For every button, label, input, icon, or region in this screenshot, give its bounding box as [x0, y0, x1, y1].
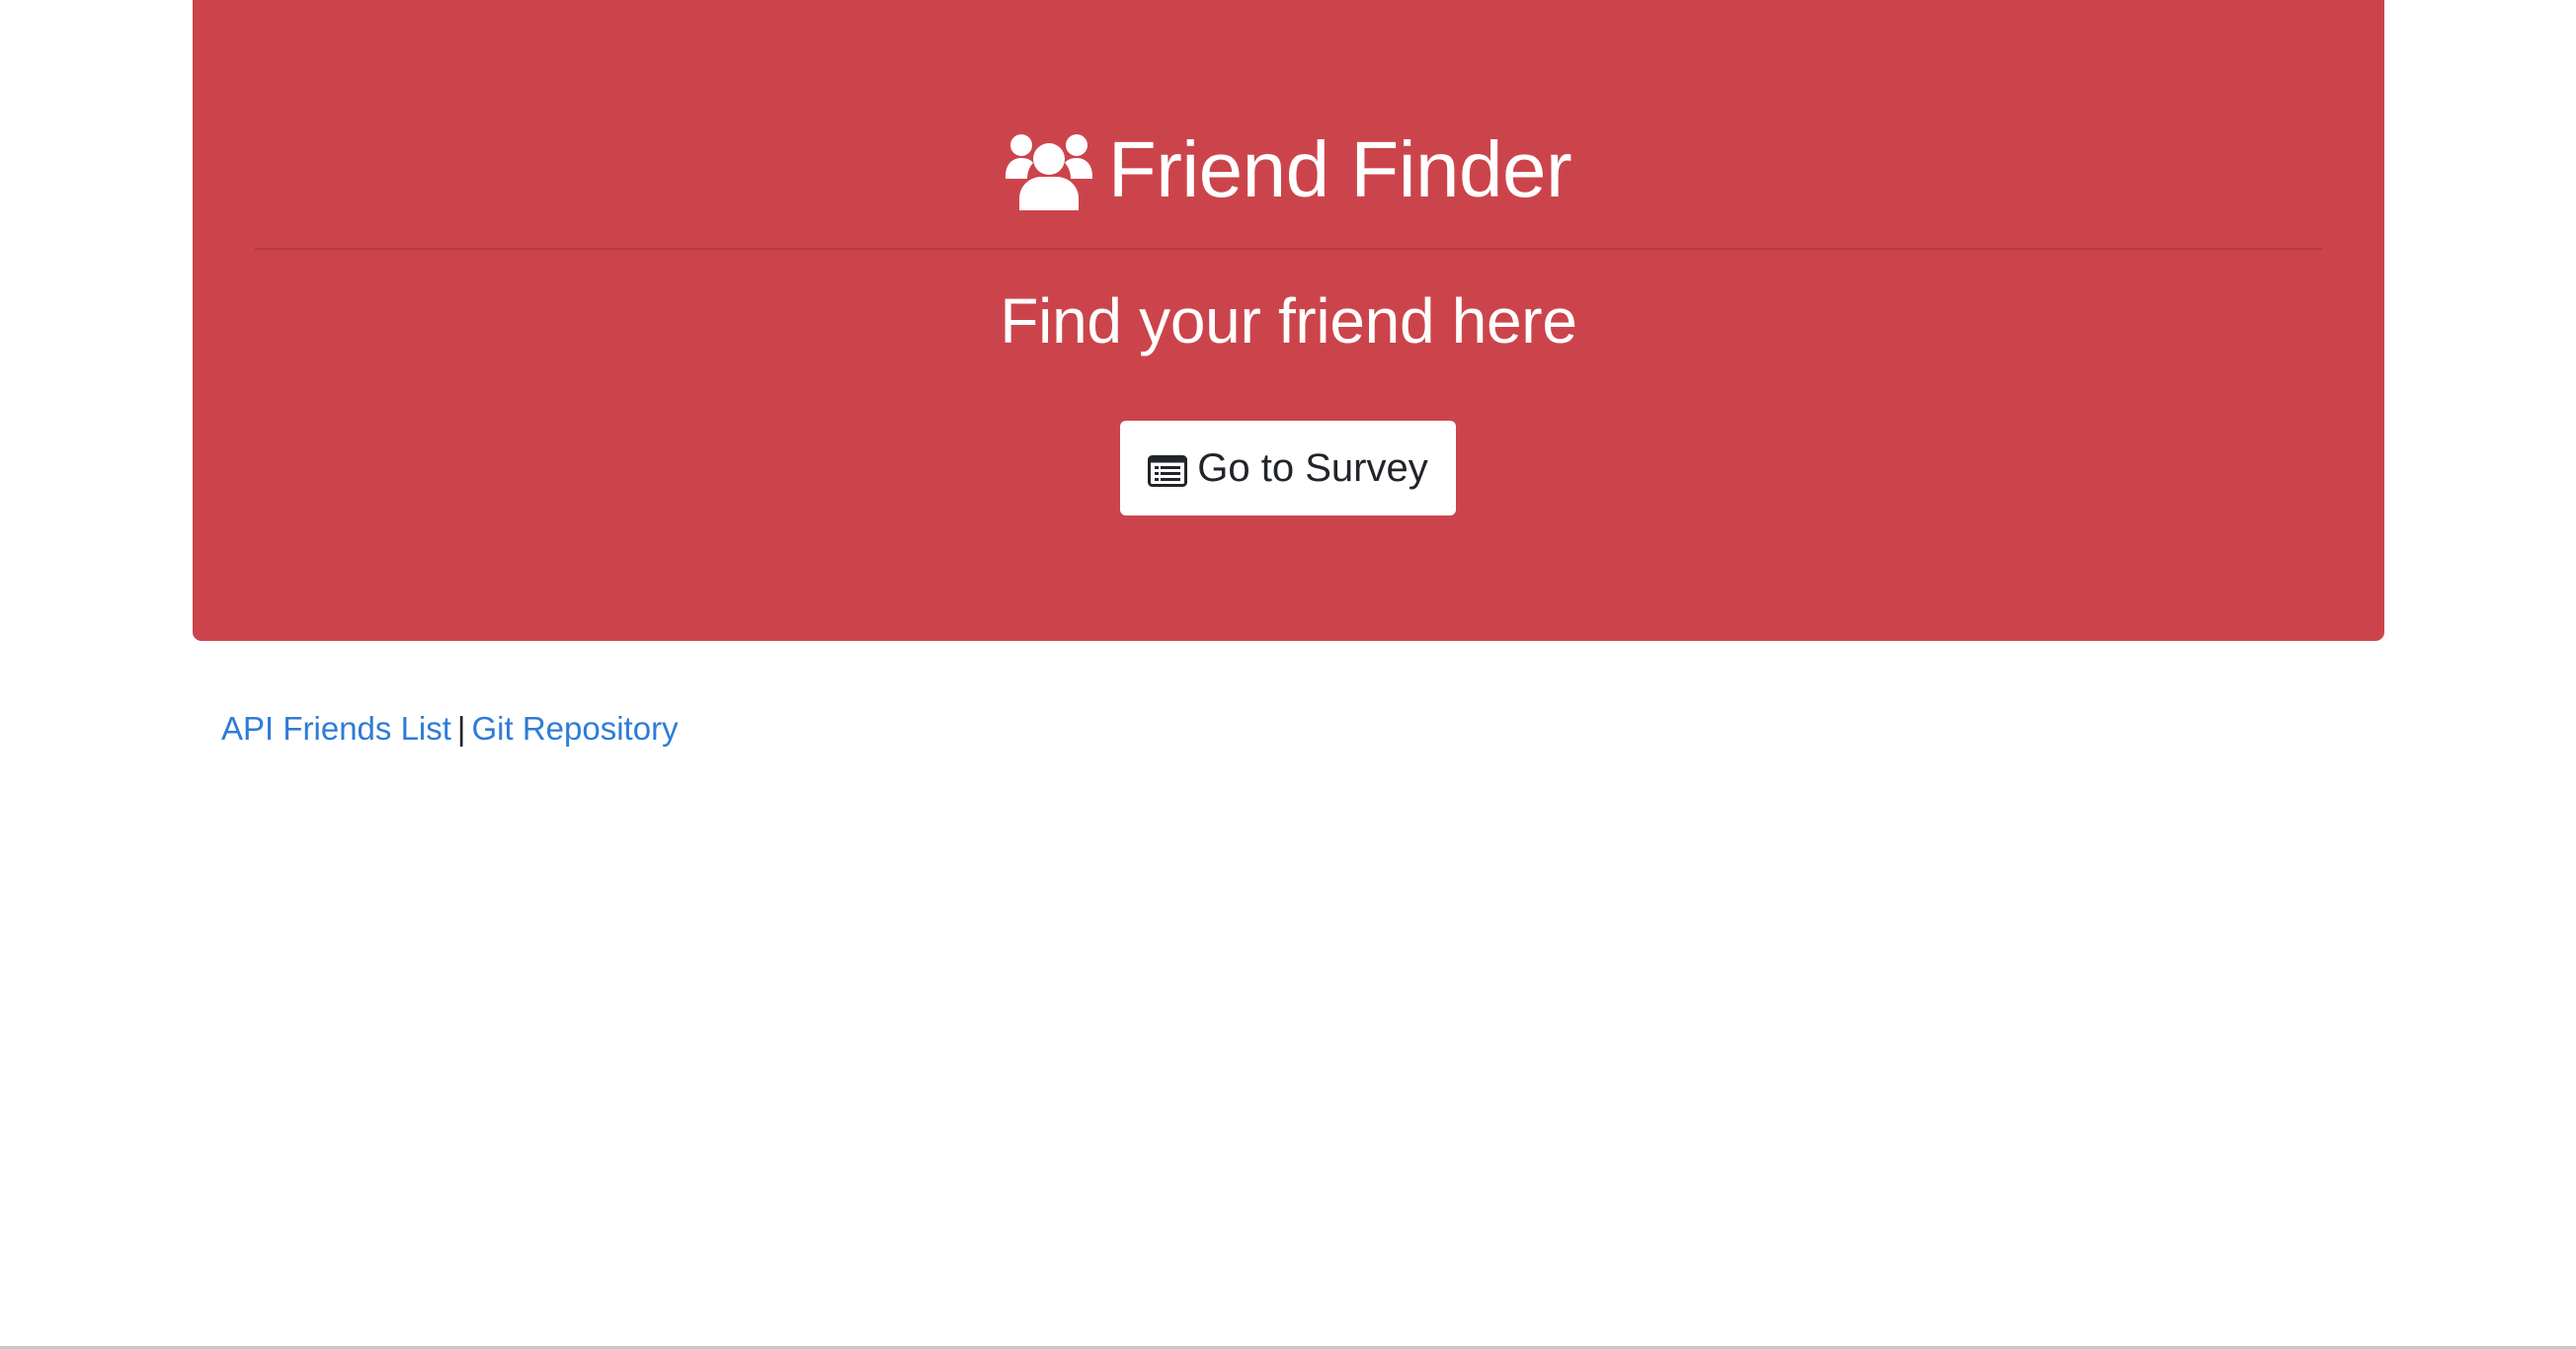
users-icon: [1005, 129, 1092, 210]
title-text: Friend Finder: [1107, 125, 1572, 213]
header-divider: [255, 248, 2322, 250]
go-to-survey-label: Go to Survey: [1197, 445, 1428, 490]
list-alt-icon: [1148, 452, 1188, 487]
page: Friend Finder Find your friend here Go t…: [0, 0, 2576, 1349]
git-repository-link[interactable]: Git Repository: [472, 710, 679, 747]
hero-banner: Friend Finder Find your friend here Go t…: [193, 0, 2384, 641]
api-friends-list-link[interactable]: API Friends List: [221, 710, 451, 747]
subtitle: Find your friend here: [1000, 285, 1577, 357]
go-to-survey-button[interactable]: Go to Survey: [1120, 421, 1456, 516]
page-title: Friend Finder: [193, 120, 2384, 219]
link-separator: |: [456, 710, 466, 747]
footer-links: API Friends List | Git Repository: [221, 707, 679, 751]
